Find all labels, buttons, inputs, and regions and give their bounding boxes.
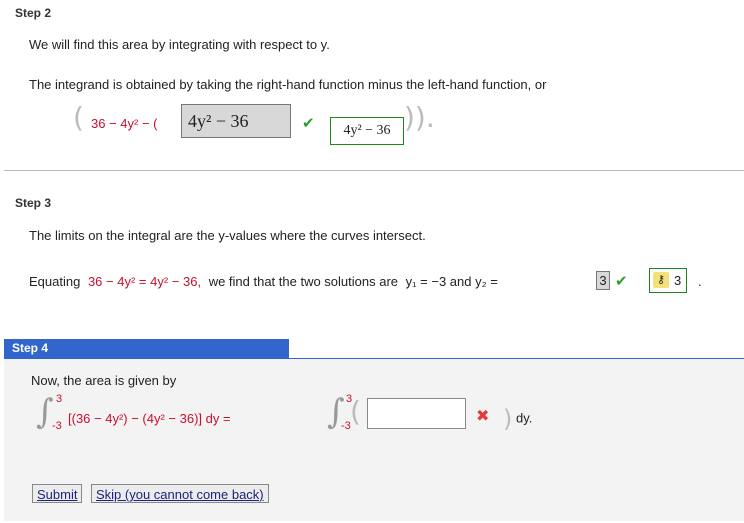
period: . [698,274,702,289]
open-paren-2: ( [350,395,361,428]
step2-expr-left: 36 − 4y² − ( [91,116,158,131]
step2-title: Step 2 [15,6,52,20]
upper-limit: 3 [56,393,63,405]
dy-text: dy. [516,410,533,426]
integrand-text: [(36 − 4y²) − (4y² − 36)] dy = [68,411,231,426]
close-paren: )). [404,101,435,134]
step3-title: Step 3 [15,196,52,210]
open-paren: ( [73,101,84,134]
integrand-answer-box[interactable]: 4y² − 36 [181,104,291,138]
x-icon: ✖ [476,408,490,425]
key-icon: ⚷ [653,272,669,288]
y2-correct-box: ⚷ 3 [649,268,687,293]
area-answer-input[interactable] [367,398,466,429]
step3-line1: The limits on the integral are the y-val… [29,228,426,243]
step2-line2: The integrand is obtained by taking the … [29,77,547,92]
integrand-expression: [(36 − 4y²) − (4y² − 36)] dy = [68,411,231,426]
lower-limit: -3 [52,420,62,432]
step3-equating: Equating 36 − 4y² = 4y² − 36, we find th… [29,274,498,289]
y2-correct-value: 3 [674,273,682,288]
check-icon: ✔ [302,115,315,132]
check-icon: ✔ [615,273,628,290]
step4-line1: Now, the area is given by [31,373,177,388]
solutions-text: we find that the two solutions are [208,274,399,289]
equating-prefix: Equating [29,274,81,289]
skip-button[interactable]: Skip (you cannot come back) [91,484,269,503]
submit-button[interactable]: Submit [32,484,83,503]
step4-title: Step 4 [4,339,289,358]
suffix: ) dy. [503,405,533,433]
y-labels: y₁ = −3 and y₂ = [405,274,498,289]
divider [4,170,744,171]
step2-line1: We will find this area by integrating wi… [29,37,330,52]
correct-answer-box: 4y² − 36 [330,117,404,145]
y2-answer-box[interactable]: 3 [596,271,610,290]
equation: 36 − 4y² = 4y² − 36, [87,274,202,289]
